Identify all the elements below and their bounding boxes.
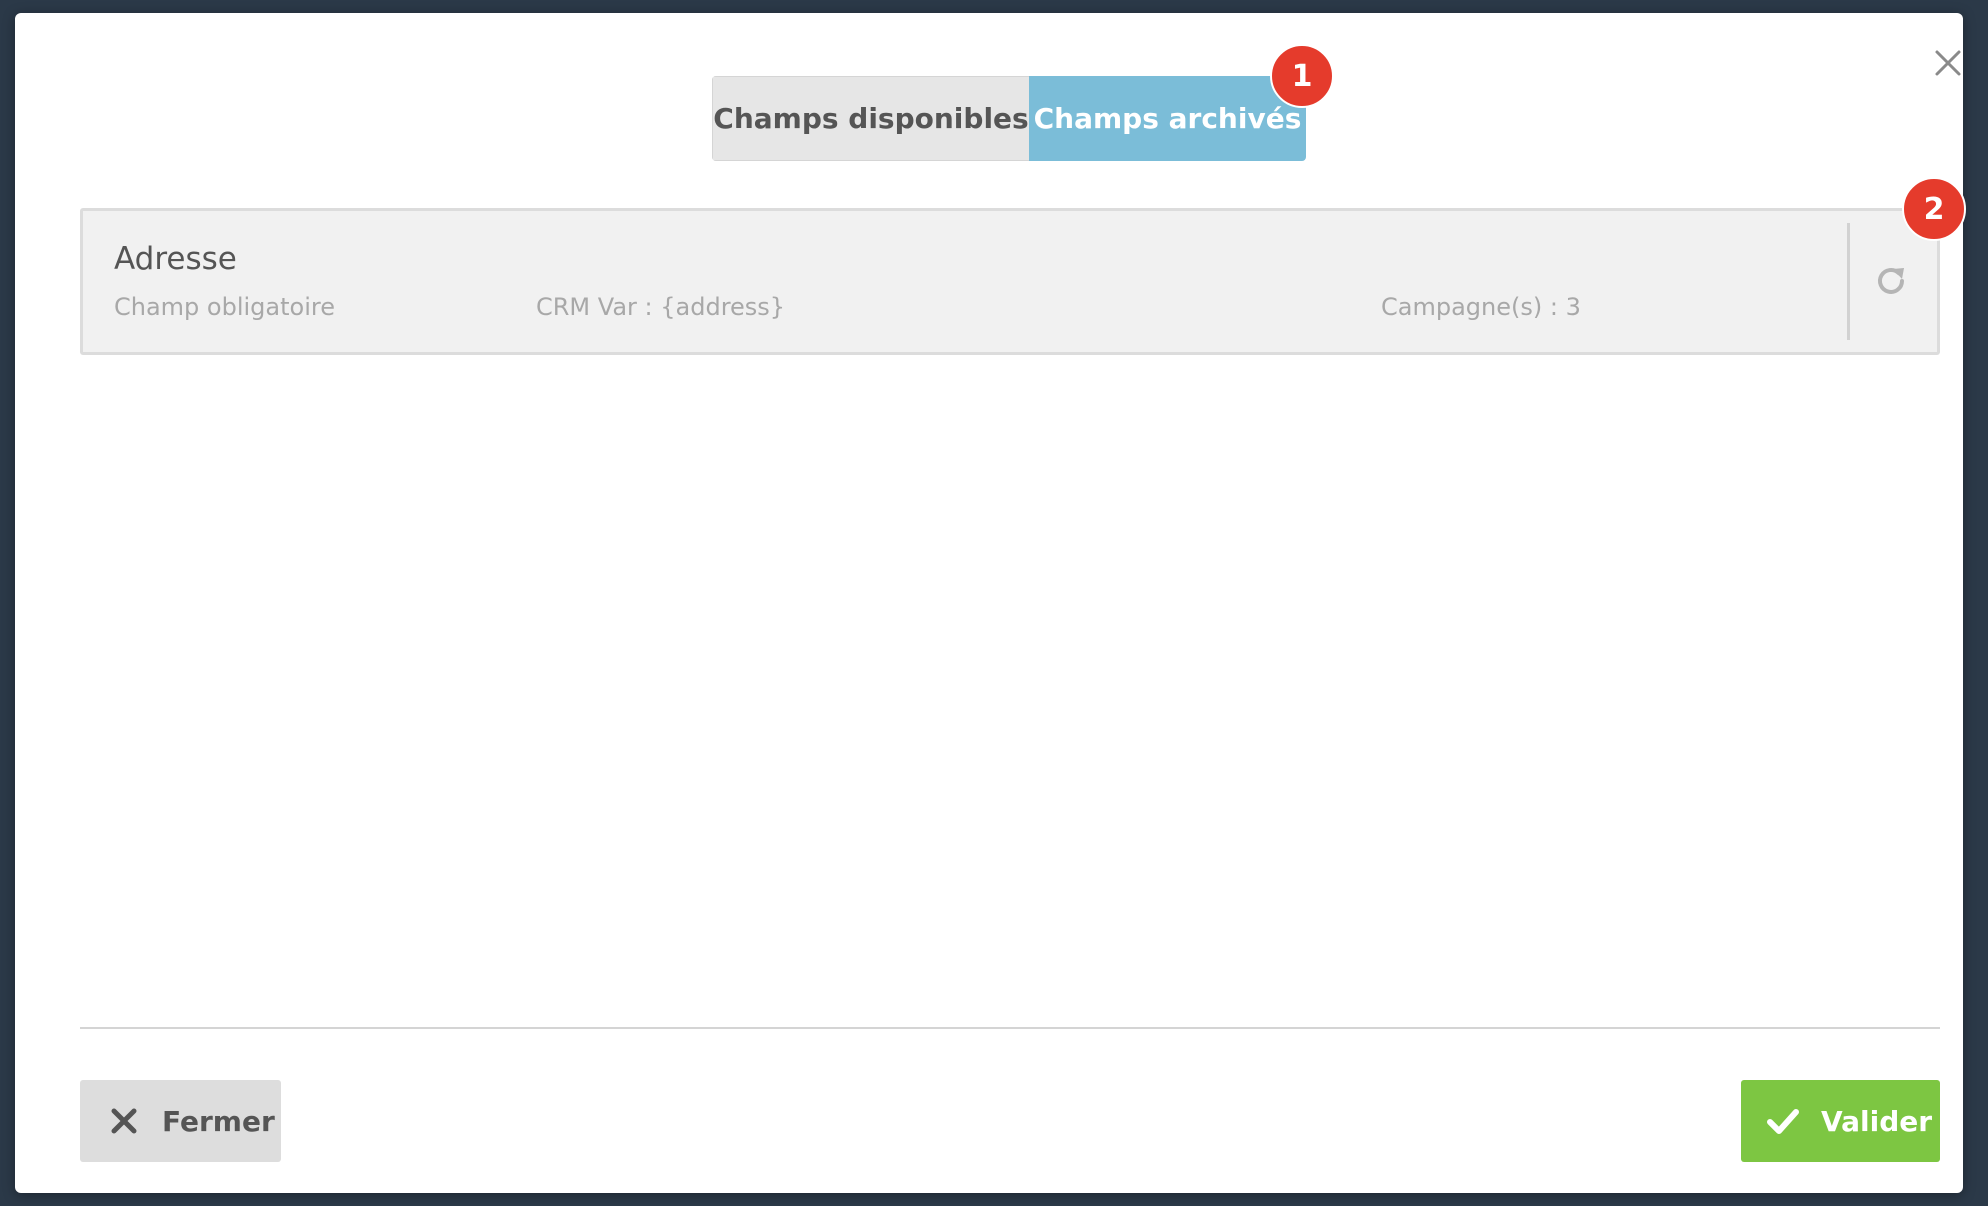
callout-badge-1: 1 xyxy=(1270,44,1334,108)
field-campaign-count: Campagne(s) : 3 xyxy=(1381,293,1581,321)
field-crm-var: CRM Var : {address} xyxy=(536,293,786,321)
archived-fields-modal: Champs disponibles Champs archivés 1 Adr… xyxy=(15,13,1966,1193)
card-divider xyxy=(1847,223,1850,340)
validate-button[interactable]: Valider xyxy=(1741,1080,1940,1162)
check-icon xyxy=(1767,1109,1799,1134)
callout-badge-2: 2 xyxy=(1902,177,1966,241)
footer-divider xyxy=(80,1027,1940,1029)
tab-champs-archives[interactable]: Champs archivés xyxy=(1029,76,1306,161)
close-button[interactable]: Fermer xyxy=(80,1080,281,1162)
x-icon xyxy=(111,1108,137,1134)
validate-button-label: Valider xyxy=(1821,1104,1933,1138)
field-name: Adresse xyxy=(114,241,237,277)
restore-icon[interactable] xyxy=(1869,259,1913,303)
archived-field-card: Adresse Champ obligatoire CRM Var : {add… xyxy=(80,208,1940,355)
close-button-label: Fermer xyxy=(162,1104,275,1138)
field-required-label: Champ obligatoire xyxy=(114,293,335,321)
close-icon[interactable] xyxy=(1931,46,1965,80)
tab-champs-disponibles[interactable]: Champs disponibles xyxy=(712,76,1029,161)
field-tabs: Champs disponibles Champs archivés xyxy=(712,76,1306,161)
